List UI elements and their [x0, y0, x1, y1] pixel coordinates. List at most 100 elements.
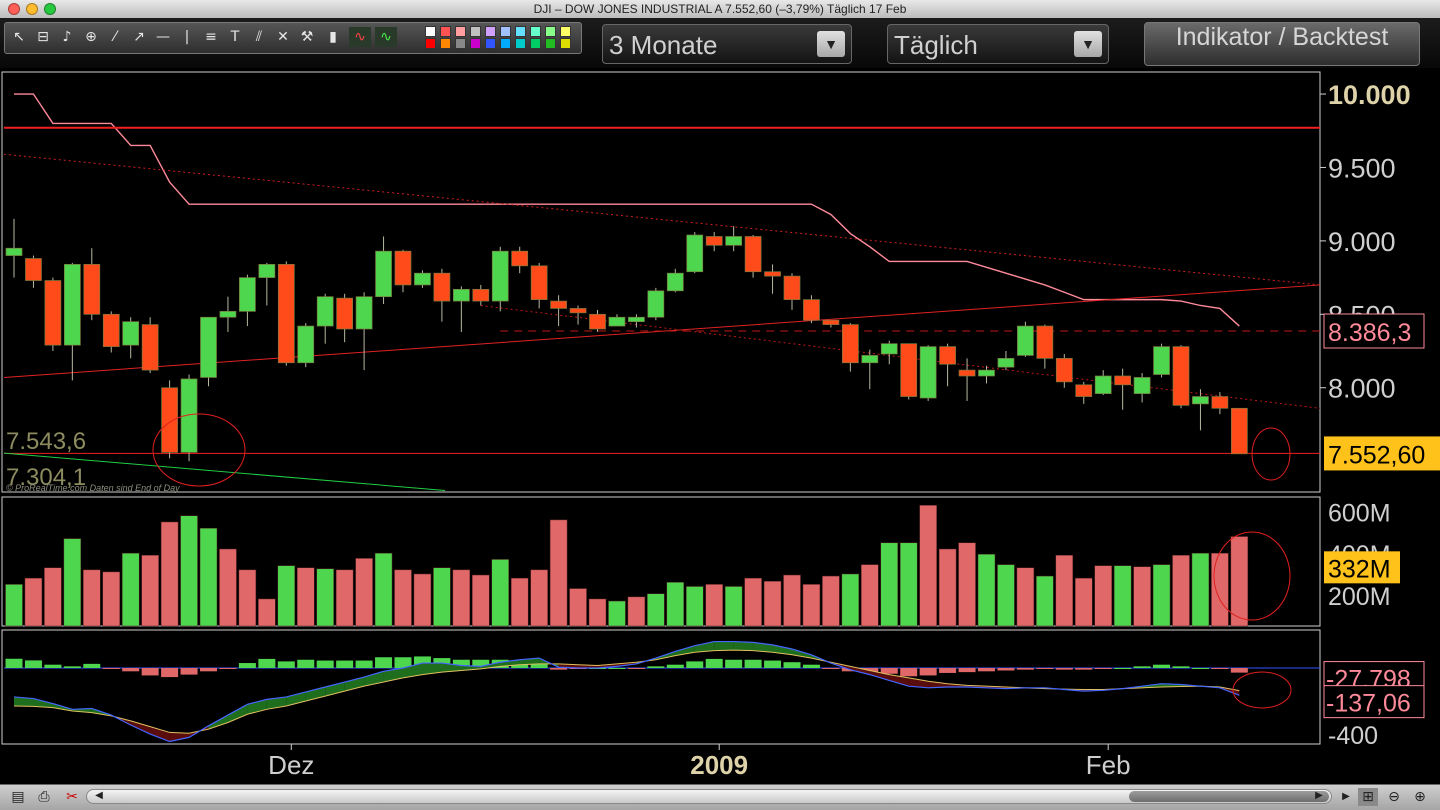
histogram-bar	[5, 658, 23, 668]
candle-body	[1094, 375, 1112, 394]
chart-area[interactable]: 7.543,67.304,1© ProRealTime.com Daten si…	[0, 0, 1440, 784]
histogram-bar	[200, 668, 217, 672]
candle-body	[628, 316, 645, 323]
scroll-thumb[interactable]	[1129, 791, 1329, 802]
x-axis: Dez 2009 Feb	[268, 744, 1131, 780]
chart-scrollbar[interactable]: ◀ ▶	[86, 789, 1332, 804]
candle-body	[550, 300, 567, 309]
volume-bar	[510, 577, 529, 627]
volume-bar	[802, 584, 821, 627]
candle	[589, 309, 606, 332]
candle-body	[200, 316, 217, 378]
volume-bar	[861, 564, 879, 627]
candle-body	[1133, 377, 1151, 394]
histogram-bar	[939, 668, 957, 673]
macd-fill	[714, 641, 734, 651]
volume-bar	[938, 548, 957, 627]
volume-bar	[258, 598, 276, 627]
volume-bar	[1016, 567, 1035, 627]
volume-bar	[472, 574, 490, 627]
candle	[239, 274, 256, 327]
price-panel: 7.543,67.304,1© ProRealTime.com Daten si…	[1, 71, 1440, 493]
histogram-bar	[83, 663, 101, 668]
save-icon[interactable]: ▤	[8, 788, 28, 806]
candle	[1094, 370, 1112, 396]
candle	[1114, 368, 1132, 410]
histogram-bar	[1153, 664, 1171, 668]
candle-body	[1055, 358, 1073, 383]
volume-bar	[569, 588, 587, 627]
histogram-bar	[277, 661, 295, 668]
histogram-bar	[219, 668, 237, 669]
candle	[394, 249, 412, 293]
candle-body	[861, 355, 879, 364]
histogram-bar	[725, 659, 743, 668]
histogram-bar	[1055, 668, 1073, 670]
candle	[900, 343, 918, 400]
volume-bar	[63, 538, 82, 627]
candle	[44, 277, 62, 352]
histogram-bar	[336, 660, 354, 668]
candle	[355, 292, 373, 371]
last-price-label: 7.552,60	[1328, 441, 1425, 469]
macd-fill	[169, 732, 190, 742]
volume-bar	[744, 577, 762, 627]
candle-body	[1075, 384, 1093, 397]
histogram-bar	[783, 662, 801, 668]
volume-bar	[355, 558, 373, 627]
volume-bar	[1055, 555, 1074, 627]
candle	[705, 232, 723, 252]
scissors-icon[interactable]: ✂	[62, 788, 82, 806]
signal-value-label: -137,06	[1326, 690, 1411, 718]
candle	[628, 314, 645, 328]
candle-body	[1153, 346, 1170, 375]
candle-body	[589, 313, 606, 330]
volume-panel: 600M400M200M332M	[1, 496, 1400, 627]
volume-bar	[335, 569, 354, 627]
candle-body	[686, 234, 704, 273]
candle	[997, 351, 1015, 371]
volume-tick-label: 600M	[1328, 500, 1391, 528]
histogram-bar	[1191, 668, 1209, 669]
candle-body	[375, 250, 392, 298]
candle	[725, 226, 743, 252]
print-icon[interactable]: ⎙	[34, 788, 54, 806]
macd-panel-frame	[1, 629, 1321, 745]
histogram-bar	[1172, 666, 1190, 668]
zoom-in-icon[interactable]: ⊕	[1410, 788, 1430, 806]
candle-body	[978, 369, 995, 377]
volume-bar	[102, 571, 120, 627]
candle-body	[1172, 346, 1190, 406]
histogram-bar	[161, 668, 179, 678]
candle-body	[822, 319, 840, 325]
candle	[530, 262, 548, 309]
scroll-right-icon[interactable]: ▶	[1309, 787, 1329, 805]
candle-body	[141, 324, 159, 371]
candle-body	[919, 346, 937, 399]
candle	[83, 248, 101, 321]
zoom-out-icon[interactable]: ⊖	[1384, 788, 1404, 806]
volume-bar	[141, 555, 159, 627]
volume-bar	[705, 584, 723, 627]
arrow-icon[interactable]: ▶	[1336, 788, 1356, 806]
candle	[200, 316, 217, 387]
highlight-circle	[1232, 671, 1292, 709]
candle-body	[5, 247, 23, 256]
candle-body	[316, 296, 334, 327]
volume-bar	[549, 519, 568, 627]
x-tick-label: Dez	[268, 750, 314, 780]
candle	[744, 235, 762, 278]
volume-bar	[666, 582, 685, 627]
macd-tick-label: -400	[1328, 722, 1378, 750]
histogram-bar	[627, 668, 645, 669]
candle-body	[63, 264, 81, 346]
candle-body	[414, 272, 431, 286]
candle	[1017, 321, 1034, 357]
scroll-left-icon[interactable]: ◀	[89, 787, 109, 805]
candle	[491, 246, 509, 312]
volume-bar	[219, 548, 237, 627]
candle-body	[1114, 375, 1132, 386]
zoom-area-icon[interactable]: ⊞	[1358, 788, 1378, 806]
volume-bar	[433, 567, 451, 627]
candle-body	[1017, 325, 1034, 356]
